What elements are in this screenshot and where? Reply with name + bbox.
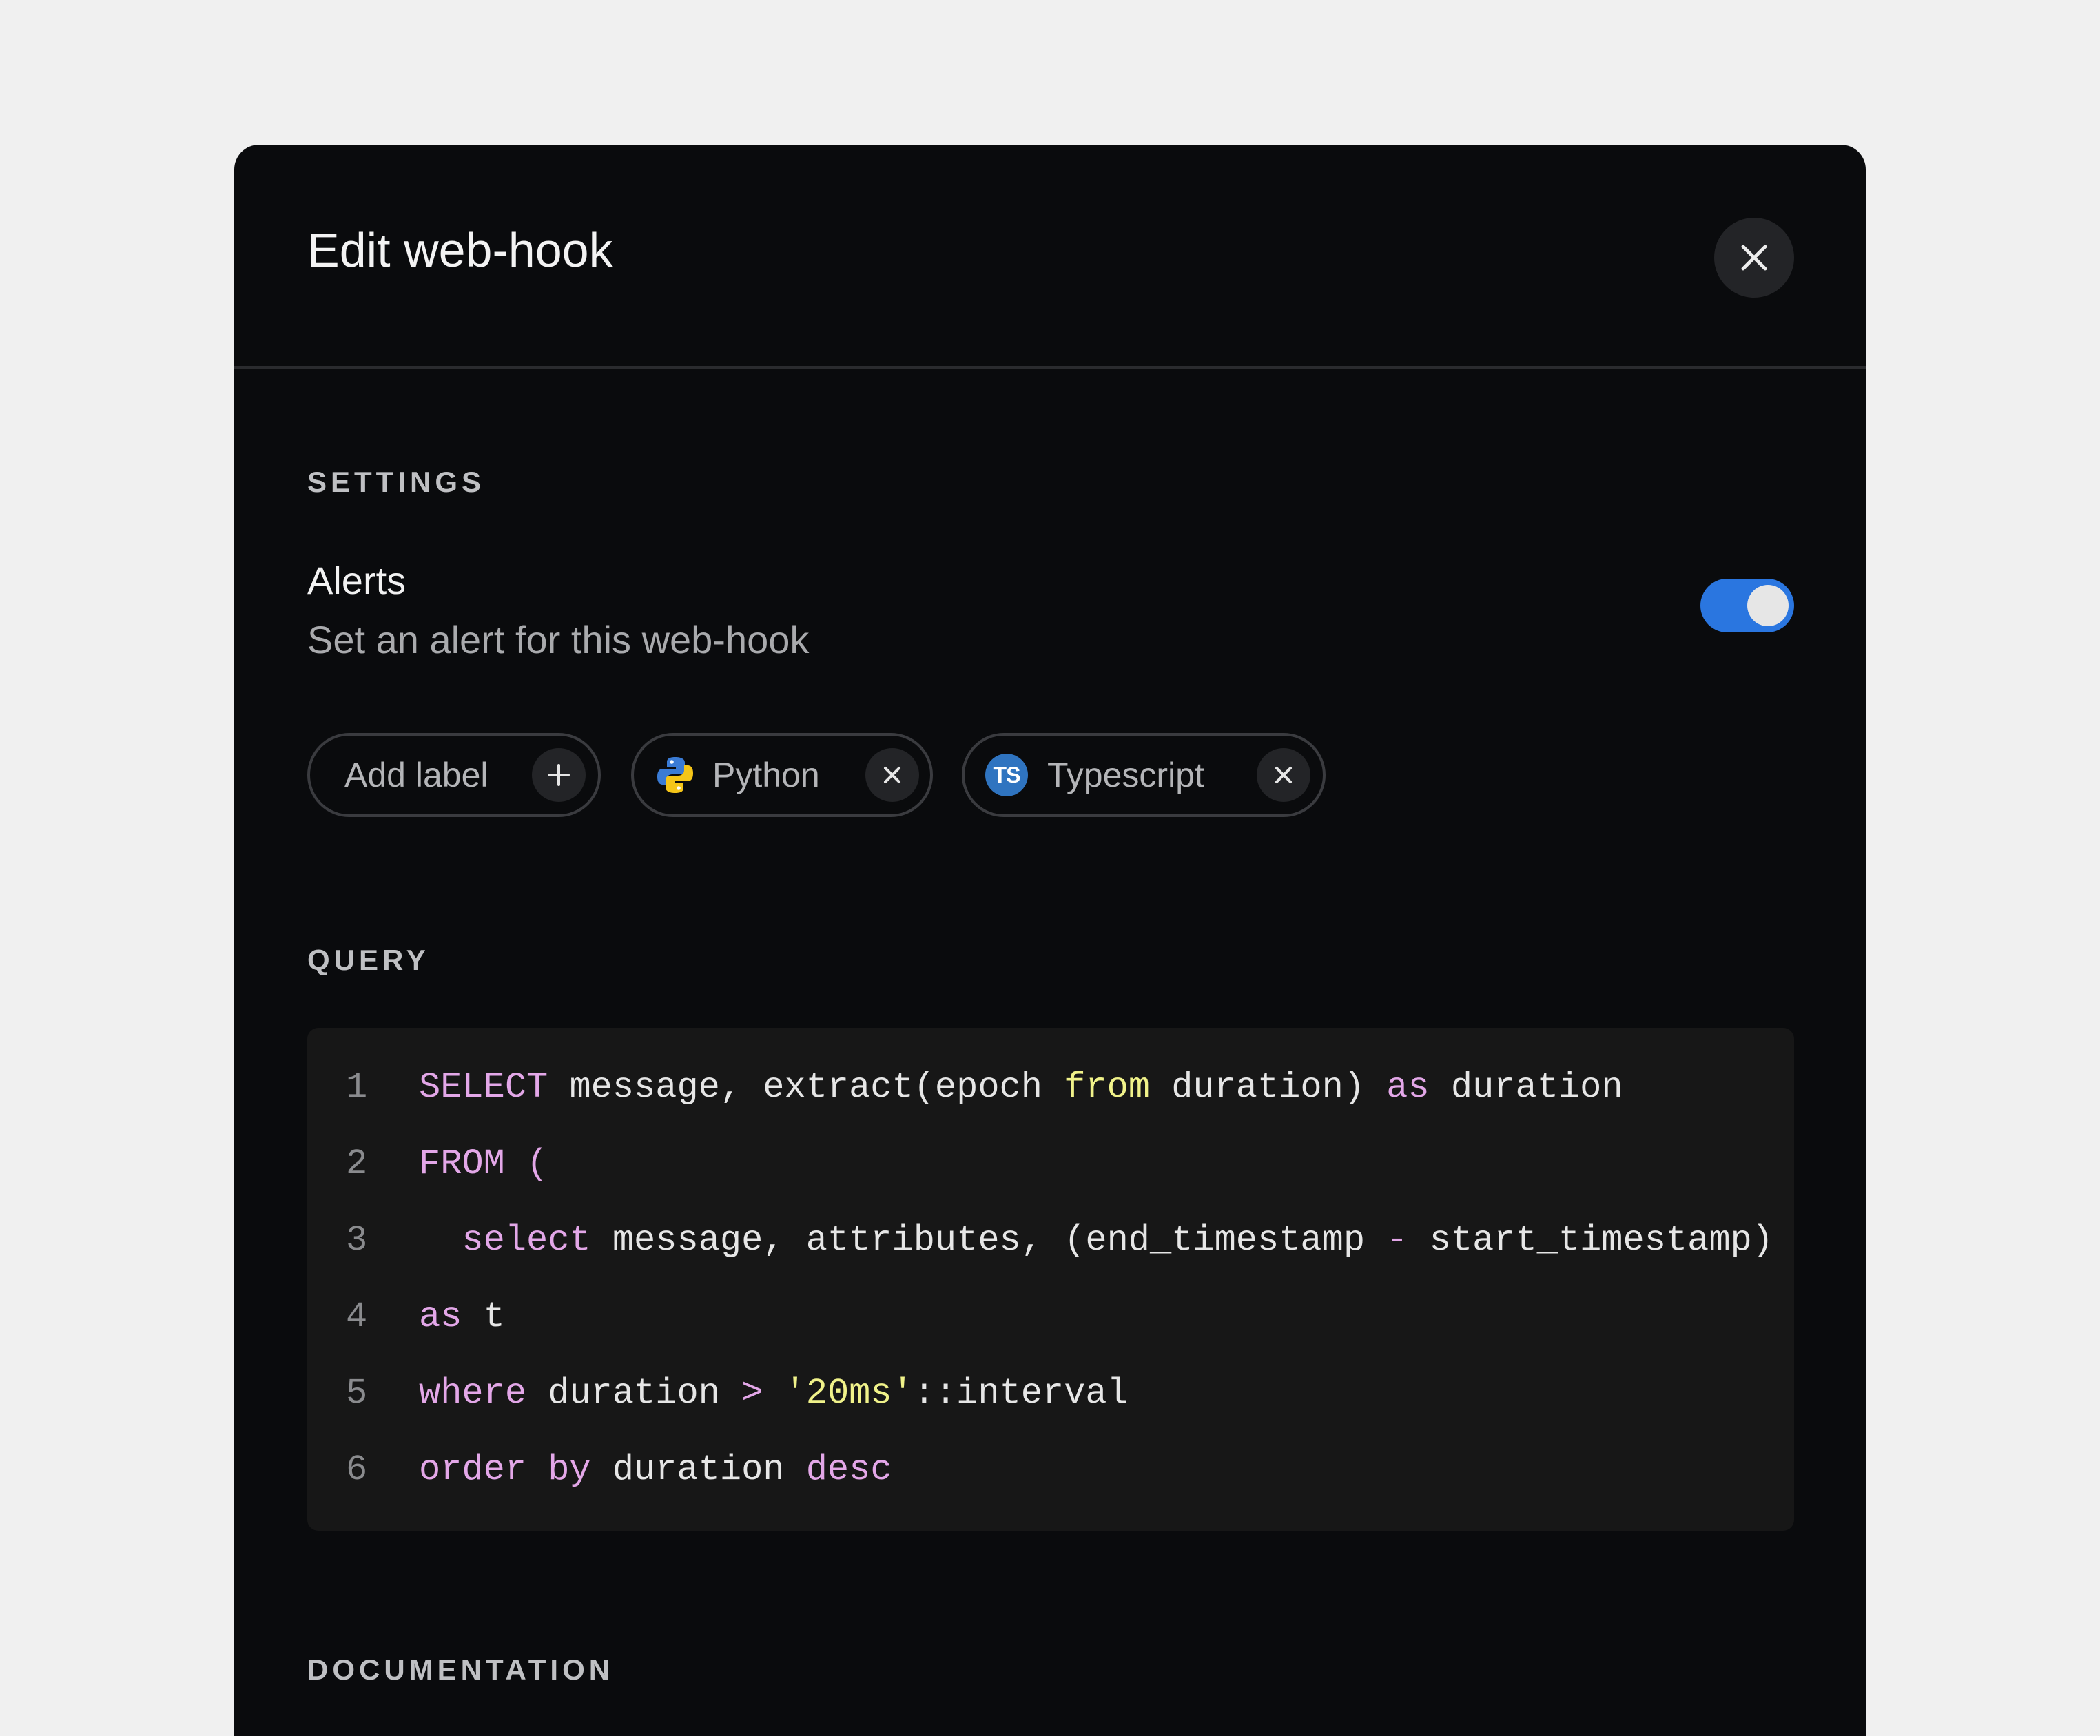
line-code: as t [419, 1279, 505, 1355]
code-line: 4 as t [307, 1279, 1794, 1355]
python-logo-icon [657, 757, 693, 793]
label-chip-text: Python [712, 756, 820, 794]
code-token: - [1386, 1220, 1408, 1261]
remove-python-label-button[interactable] [865, 748, 919, 802]
code-token: SELECT [419, 1067, 548, 1108]
modal-title: Edit web-hook [307, 223, 613, 277]
alerts-title: Alerts [307, 559, 406, 602]
code-token: duration) [1149, 1067, 1387, 1108]
label-chip-text: Typescript [1047, 756, 1204, 794]
code-token: t [462, 1296, 505, 1337]
typescript-badge-text: TS [993, 762, 1021, 787]
code-token: duration [526, 1373, 742, 1414]
remove-typescript-label-button[interactable] [1257, 748, 1310, 802]
label-chip-typescript[interactable]: TS Typescript [962, 733, 1326, 817]
close-button[interactable] [1714, 218, 1794, 298]
code-token: as [1386, 1067, 1430, 1108]
code-token: desc [805, 1449, 892, 1490]
modal-header: Edit web-hook [234, 145, 1866, 369]
code-token: as [419, 1296, 462, 1337]
documentation-section-label: DOCUMENTATION [307, 1653, 615, 1686]
code-token: where [419, 1373, 527, 1414]
line-code: FROM ( [419, 1126, 548, 1202]
code-line: 6 order by duration desc [307, 1432, 1794, 1508]
code-token: message, attributes, (end_timestamp [590, 1220, 1387, 1261]
code-line: 2 FROM ( [307, 1126, 1794, 1202]
add-label-chip[interactable]: Add label [307, 733, 601, 817]
code-token: order by [419, 1449, 591, 1490]
line-number: 5 [346, 1373, 368, 1414]
query-section-label: QUERY [307, 944, 430, 976]
close-icon [1275, 767, 1292, 783]
code-token: duration [1429, 1067, 1623, 1108]
line-number: 3 [346, 1220, 368, 1261]
plus-icon [548, 764, 570, 786]
add-label-button[interactable] [532, 748, 586, 802]
code-token: > [741, 1373, 763, 1414]
query-code-editor[interactable]: 1 SELECT message, extract(epoch from dura… [307, 1028, 1794, 1531]
close-icon [884, 767, 900, 783]
alerts-toggle[interactable] [1700, 579, 1794, 632]
code-token: duration [590, 1449, 806, 1490]
alerts-description: Set an alert for this web-hook [307, 618, 810, 661]
code-token: message, extract(epoch [548, 1067, 1064, 1108]
edit-webhook-modal: Edit web-hook SETTINGS Alerts Set an ale… [234, 145, 1866, 1736]
line-number: 6 [346, 1449, 368, 1490]
line-code: order by duration desc [419, 1432, 892, 1508]
code-token: from [1064, 1067, 1150, 1108]
settings-section-label: SETTINGS [307, 466, 486, 498]
code-line: 1 SELECT message, extract(epoch from dura… [307, 1049, 1794, 1126]
line-code: SELECT message, extract(epoch from durat… [419, 1049, 1623, 1126]
label-chip-python[interactable]: Python [631, 733, 933, 817]
code-token: start_timestamp) [1408, 1220, 1773, 1261]
line-code: select message, attributes, (end_timesta… [419, 1202, 1773, 1279]
code-token: ::interval [913, 1373, 1129, 1414]
line-number: 1 [346, 1067, 368, 1108]
line-code: where duration > '20ms'::interval [419, 1355, 1129, 1432]
code-token: '20ms' [784, 1373, 914, 1414]
typescript-logo-icon: TS [985, 754, 1028, 796]
line-number: 2 [346, 1144, 368, 1184]
add-label-text: Add label [344, 756, 488, 794]
close-icon [1741, 245, 1767, 271]
code-line: 5 where duration > '20ms'::interval [307, 1355, 1794, 1432]
code-token: select [419, 1220, 591, 1261]
toggle-knob [1747, 585, 1789, 626]
code-token: FROM ( [419, 1144, 548, 1184]
line-number: 4 [346, 1296, 368, 1337]
code-line: 3 select message, attributes, (end_times… [307, 1202, 1794, 1279]
